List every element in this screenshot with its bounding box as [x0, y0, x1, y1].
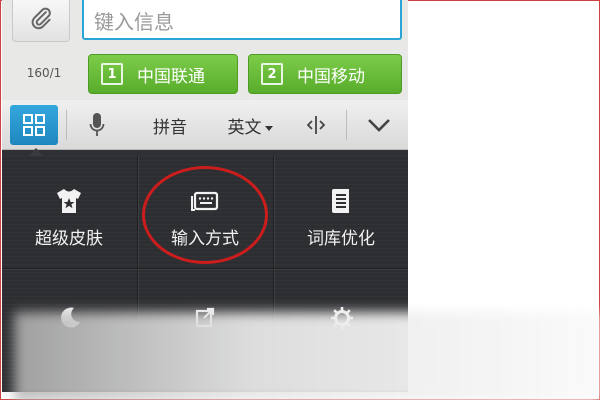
blurred-overlay: [14, 312, 600, 400]
sim1-label: 中国联通: [137, 66, 205, 87]
english-mode-button[interactable]: 英文: [218, 100, 282, 150]
cursor-move-icon: [306, 116, 326, 134]
english-mode-label: 英文: [227, 117, 262, 138]
ime-menu-button-bg: [10, 105, 58, 145]
toolbar-divider: [346, 110, 347, 140]
collapse-keyboard-button[interactable]: [354, 100, 404, 150]
attach-button[interactable]: [12, 0, 70, 42]
red-highlight-circle: [142, 166, 268, 264]
toolbar-divider: [66, 110, 67, 140]
grid-line: [2, 268, 408, 269]
sim2-number-badge: 2: [261, 63, 283, 85]
char-counter: 160/1: [26, 66, 62, 80]
ime-menu-button[interactable]: [6, 100, 62, 150]
sim2-label: 中国移动: [297, 66, 365, 87]
send-sim1-button[interactable]: 1 中国联通: [88, 54, 238, 94]
menu-item-skin[interactable]: 超级皮肤: [2, 156, 136, 266]
chevron-down-icon: [368, 119, 390, 132]
menu-pointer: [29, 148, 43, 156]
microphone-icon: [89, 113, 105, 136]
grid-menu-icon: [23, 114, 45, 136]
dictionary-icon: [332, 189, 349, 213]
pinyin-mode-button[interactable]: 拼音: [138, 100, 202, 150]
sim1-number-badge: 1: [101, 63, 123, 85]
caret-down-icon: [264, 125, 273, 131]
tshirt-star-icon: [57, 189, 81, 213]
cursor-move-button[interactable]: [296, 100, 336, 150]
menu-item-label: 超级皮肤: [35, 229, 103, 249]
voice-input-button[interactable]: [72, 100, 122, 150]
send-sim2-button[interactable]: 2 中国移动: [248, 54, 402, 94]
menu-item-label: 词库优化: [307, 229, 375, 249]
paperclip-icon: [31, 7, 51, 30]
menu-item-dictionary[interactable]: 词库优化: [274, 156, 408, 266]
ime-toolbar: 拼音 英文: [2, 100, 408, 150]
compose-area: 键入信息 160/1 1 中国联通 2 中国移动: [2, 0, 408, 100]
message-input[interactable]: 键入信息: [82, 0, 402, 40]
